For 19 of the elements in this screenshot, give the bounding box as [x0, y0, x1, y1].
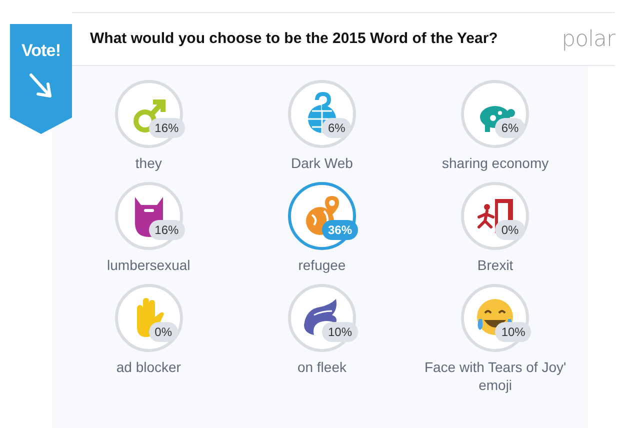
brand-logo: polar: [562, 26, 615, 54]
percent-badge: 36%: [322, 220, 358, 240]
percent-badge: 6%: [495, 118, 525, 138]
option-label: Dark Web: [290, 154, 354, 172]
percent-badge: 10%: [495, 322, 532, 342]
option-label: sharing economy: [441, 154, 550, 172]
percent-badge: 0%: [495, 220, 525, 240]
option-label: Face with Tears of Joy' emoji: [423, 358, 568, 394]
vote-label: Vote!: [21, 40, 61, 62]
percent-badge: 16%: [148, 220, 185, 240]
option-label: ad blocker: [115, 358, 182, 376]
option-label: Brexit: [476, 256, 514, 274]
question-title: What would you choose to be the 2015 Word of the Year?: [90, 28, 498, 49]
option-label: lumbersexual: [106, 256, 192, 274]
option-label: refugee: [297, 256, 347, 274]
percent-badge: 16%: [148, 118, 185, 138]
percent-badge: 10%: [322, 322, 358, 342]
option-label: they: [134, 154, 163, 172]
option-label: on fleek: [296, 358, 348, 376]
